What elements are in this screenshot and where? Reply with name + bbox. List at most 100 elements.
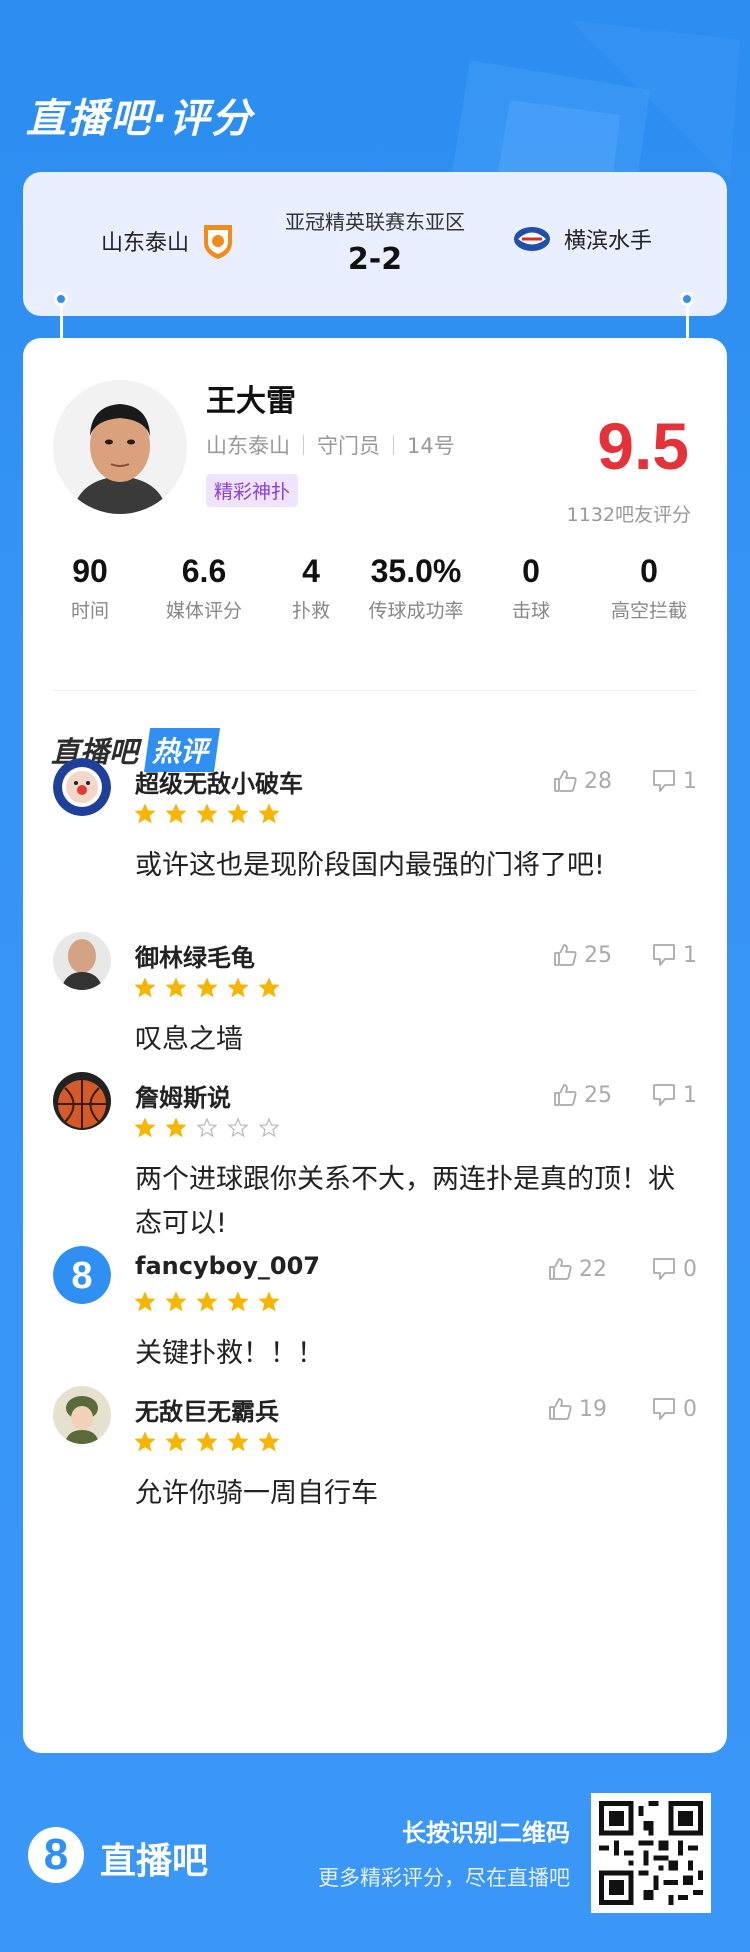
star-filled-icon [259,1292,279,1312]
thumbs-up-icon [554,770,577,792]
comment-text: 或许这也是现阶段国内最强的门将了吧! [135,850,605,881]
stat-label: 击球 [511,600,550,622]
qr-code[interactable] [591,1793,711,1913]
comment-username[interactable]: 无敌巨无霸兵 [135,1392,279,1427]
brand-logo-icon: 8 [28,1827,84,1883]
thumbs-down-icon [653,1084,675,1106]
stat-label: 传球成功率 [368,600,464,622]
stat-label: 媒体评分 [165,600,242,622]
away-team: 横滨水手 [512,222,652,256]
comment-text: 允许你骑一周自行车 [135,1478,378,1509]
comment-username[interactable]: 詹姆斯说 [135,1078,231,1113]
star-filled-icon [166,804,186,824]
user-avatar[interactable] [53,1072,111,1130]
comment-star-rating [135,978,290,998]
star-filled-icon [197,1292,217,1312]
user-avatar[interactable] [53,1386,111,1444]
stat-saves: 4 扑救 [251,553,371,625]
dislike-button[interactable]: 0 [651,1396,697,1422]
stat-value: 90 [72,553,108,589]
user-avatar[interactable] [53,758,111,816]
like-button[interactable]: 19 [547,1396,607,1422]
star-filled-icon [228,804,248,824]
star-filled-icon [135,1292,155,1312]
footer-subtitle: 更多精彩评分，尽在直播吧 [318,1866,570,1890]
dislike-count: 1 [683,768,697,794]
player-rating: 9.5 [597,409,689,483]
player-meta: 山东泰山 守门员 14号 [206,430,455,460]
rating-card: 王大雷 山东泰山 守门员 14号 精彩神扑 9.5 1132吧友评分 90 时间… [23,338,727,1753]
like-button[interactable]: 25 [552,942,612,968]
like-button[interactable]: 22 [547,1256,607,1282]
star-empty-icon [197,1118,217,1138]
star-filled-icon [197,978,217,998]
star-filled-icon [166,978,186,998]
dislike-button[interactable]: 1 [651,768,697,794]
user-avatar[interactable] [53,932,111,990]
star-filled-icon [197,1432,217,1452]
stat-media-rating: 6.6 媒体评分 [144,553,264,625]
comment-star-rating [135,1118,290,1138]
thumbs-up-icon [549,1258,572,1280]
page-title: 直播吧·评分 [26,96,254,142]
away-team-logo-icon [513,227,550,251]
stat-value: 4 [302,553,320,589]
meta-divider [303,435,304,455]
star-filled-icon [166,1118,186,1138]
dislike-button[interactable]: 1 [651,942,697,968]
like-button[interactable]: 25 [552,1082,612,1108]
connector-pin [680,292,694,306]
star-empty-icon [228,1118,248,1138]
comment-text: 叹息之墙 [135,1024,243,1055]
star-filled-icon [228,978,248,998]
footer-cta: 长按识别二维码 [402,1819,570,1847]
dislike-button[interactable]: 0 [651,1256,697,1282]
dislike-count: 0 [683,1256,697,1282]
section-divider [53,690,697,691]
stat-time: 90 时间 [30,553,150,625]
stat-value: 35.0% [370,553,462,589]
player-number: 14号 [407,434,455,458]
thumbs-down-icon [653,770,675,792]
thumbs-up-icon [554,1084,577,1106]
star-filled-icon [135,1432,155,1452]
stat-value: 0 [640,553,658,589]
like-count: 25 [584,1082,612,1108]
like-count: 19 [579,1396,607,1422]
stat-value: 6.6 [181,553,227,589]
dislike-button[interactable]: 1 [651,1082,697,1108]
highlight-tag: 精彩神扑 [206,474,299,507]
comment-star-rating [135,1292,290,1312]
stats-row: 90 时间 6.6 媒体评分 4 扑救 35.0% 传球成功率 0 击球 0 高… [23,553,727,673]
thumbs-up-icon [554,944,577,966]
footer-brand: 直播吧 [100,1841,209,1882]
star-filled-icon [197,804,217,824]
comment-text: 关键扑救！！！ [135,1338,324,1369]
connector-pin [54,292,68,306]
like-button[interactable]: 28 [552,768,612,794]
star-filled-icon [228,1292,248,1312]
user-avatar[interactable]: 8 [53,1246,111,1304]
star-filled-icon [166,1432,186,1452]
stat-label: 扑救 [291,600,330,622]
comment-username[interactable]: 超级无敌小破车 [135,764,303,799]
star-filled-icon [228,1432,248,1452]
away-team-name: 横滨水手 [563,229,652,254]
comment-username[interactable]: 御林绿毛龟 [135,938,255,973]
comment-username[interactable]: fancyboy_007 [135,1252,320,1280]
stat-value: 0 [522,553,540,589]
star-empty-icon [259,1118,279,1138]
player-team: 山东泰山 [206,434,290,458]
dislike-count: 1 [683,942,697,968]
like-count: 28 [584,768,612,794]
star-filled-icon [259,804,279,824]
player-name: 王大雷 [206,384,296,419]
star-filled-icon [166,1292,186,1312]
player-position: 守门员 [317,434,380,458]
thumbs-down-icon [653,1398,675,1420]
thumbs-down-icon [653,944,675,966]
svg-text:8: 8 [71,1255,92,1297]
match-card: 山东泰山 亚冠精英联赛东亚区 2-2 横滨水手 [23,172,727,316]
comment-star-rating [135,804,290,824]
dislike-count: 0 [683,1396,697,1422]
